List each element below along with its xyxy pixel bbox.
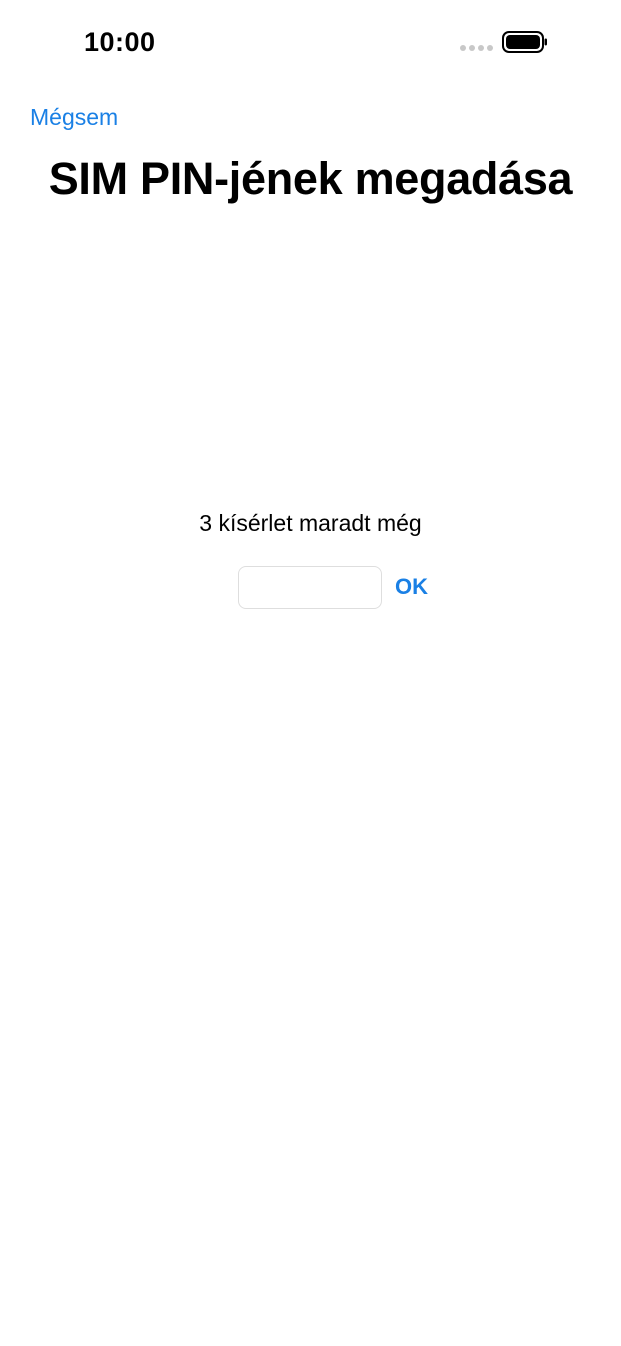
signal-dot [460,45,466,51]
battery-icon [502,31,547,53]
cellular-signal-icon [460,45,493,51]
signal-dot [469,45,475,51]
sim-pin-input[interactable] [238,566,382,609]
signal-dot [487,45,493,51]
ok-button[interactable]: OK [395,572,428,602]
status-bar: 10:00 [0,0,621,84]
attempts-remaining-text: 3 kísérlet maradt még [199,510,422,536]
signal-dot [478,45,484,51]
cancel-button[interactable]: Mégsem [30,102,118,132]
status-time: 10:00 [84,27,156,57]
page-title: SIM PIN-jének megadása [48,153,573,204]
